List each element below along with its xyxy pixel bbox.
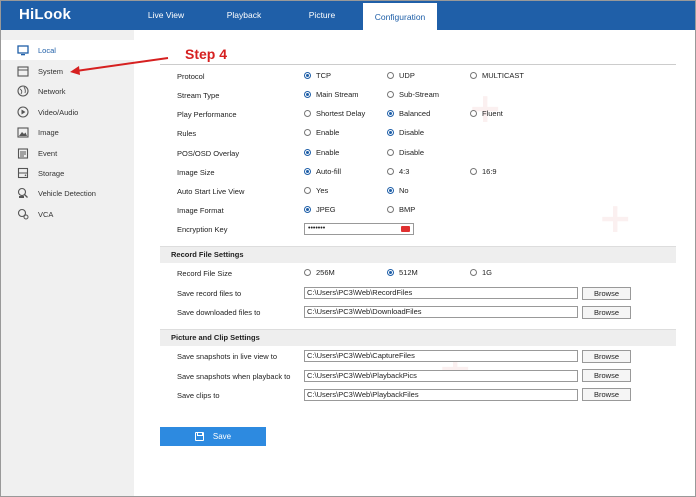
tab-configuration[interactable]: Configuration <box>363 1 437 30</box>
protocol-multicast-radio[interactable]: MULTICAST <box>470 71 524 80</box>
sidebar-item-vca[interactable]: VCA <box>1 204 134 224</box>
size-256m-radio[interactable]: 256M <box>304 268 335 277</box>
monitor-icon <box>16 44 30 56</box>
sidebar-item-label: VCA <box>38 209 54 219</box>
sidebar-item-video-audio[interactable]: Video/Audio <box>1 102 134 122</box>
stream-main-radio[interactable]: Main Stream <box>304 90 359 99</box>
rules-disable-radio[interactable]: Disable <box>387 128 424 137</box>
sidebar-item-network[interactable]: Network <box>1 81 134 101</box>
annotation-arrow-icon <box>70 57 169 75</box>
sidebar-item-label: Video/Audio <box>38 107 79 117</box>
snap-live-path-input[interactable]: C:\Users\PC3\Web\CaptureFiles <box>304 350 578 362</box>
picture-section-header: Picture and Clip Settings <box>160 329 676 346</box>
sidebar-item-label: Vehicle Detection <box>38 188 96 198</box>
browse-snap-live-button[interactable]: Browse <box>582 350 631 363</box>
pos-osd-disable-radio[interactable]: Disable <box>387 148 424 157</box>
vca-icon <box>16 208 30 220</box>
auto-start-no-radio[interactable]: No <box>387 186 409 195</box>
save-record-label: Save record files to <box>177 289 242 298</box>
size-1g-radio[interactable]: 1G <box>470 268 492 277</box>
protocol-udp-radio[interactable]: UDP <box>387 71 415 80</box>
show-password-icon[interactable] <box>401 226 410 232</box>
sidebar-item-image[interactable]: Image <box>1 122 134 142</box>
perf-fluent-radio[interactable]: Fluent <box>470 109 503 118</box>
clips-path-input[interactable]: C:\Users\PC3\Web\PlaybackFiles <box>304 389 578 401</box>
sidebar-item-label: Storage <box>38 168 65 178</box>
save-button[interactable]: Save <box>160 427 266 446</box>
image-format-label: Image Format <box>177 206 224 215</box>
size-512m-radio[interactable]: 512M <box>387 268 418 277</box>
image-size-4-3-radio[interactable]: 4:3 <box>387 167 409 176</box>
event-icon <box>16 147 30 159</box>
sidebar-item-label: Network <box>38 86 66 96</box>
record-file-size-label: Record File Size <box>177 269 233 278</box>
vehicle-icon <box>16 187 30 199</box>
browse-snap-playback-button[interactable]: Browse <box>582 369 631 382</box>
encryption-key-label: Encryption Key <box>177 225 228 234</box>
sidebar-item-vehicle-detection[interactable]: Vehicle Detection <box>1 183 134 203</box>
format-bmp-radio[interactable]: BMP <box>387 205 415 214</box>
auto-start-yes-radio[interactable]: Yes <box>304 186 328 195</box>
globe-icon <box>16 85 30 97</box>
image-icon <box>16 126 30 138</box>
sidebar-item-event[interactable]: Event <box>1 143 134 163</box>
record-section-header: Record File Settings <box>160 246 676 263</box>
system-icon <box>16 65 30 77</box>
download-path-input[interactable]: C:\Users\PC3\Web\DownloadFiles <box>304 306 578 318</box>
snap-playback-label: Save snapshots when playback to <box>177 372 291 381</box>
clips-label: Save clips to <box>177 391 220 400</box>
perf-balanced-radio[interactable]: Balanced <box>387 109 430 118</box>
encryption-key-input[interactable]: ••••••• <box>304 223 414 235</box>
hilook-logo: HiLook <box>19 6 72 23</box>
step-annotation-label: Step 4 <box>165 45 247 64</box>
auto-start-label: Auto Start Live View <box>177 187 245 196</box>
browse-clips-button[interactable]: Browse <box>582 388 631 401</box>
sidebar-item-storage[interactable]: Storage <box>1 163 134 183</box>
stream-type-label: Stream Type <box>177 91 220 100</box>
pos-osd-label: POS/OSD Overlay <box>177 149 240 158</box>
snap-live-label: Save snapshots in live view to <box>177 352 278 361</box>
perf-shortest-delay-radio[interactable]: Shortest Delay <box>304 109 365 118</box>
video-icon <box>16 106 30 118</box>
pos-osd-enable-radio[interactable]: Enable <box>304 148 339 157</box>
divider <box>160 64 676 65</box>
play-performance-label: Play Performance <box>177 110 237 119</box>
sidebar-item-label: Local <box>38 45 56 55</box>
floppy-disk-icon <box>194 432 204 441</box>
browse-download-button[interactable]: Browse <box>582 306 631 319</box>
rules-enable-radio[interactable]: Enable <box>304 128 339 137</box>
sidebar: Local System Network Video/Audio Image E… <box>1 30 134 496</box>
stream-sub-radio[interactable]: Sub-Stream <box>387 90 439 99</box>
rules-label: Rules <box>177 129 197 138</box>
image-size-label: Image Size <box>177 168 215 177</box>
tab-playback[interactable]: Playback <box>211 1 277 30</box>
protocol-tcp-radio[interactable]: TCP <box>304 71 331 80</box>
sidebar-item-label: System <box>38 66 64 76</box>
browse-record-button[interactable]: Browse <box>582 287 631 300</box>
top-nav-bar: HiLook Live View Playback Picture Config… <box>1 1 695 30</box>
save-download-label: Save downloaded files to <box>177 308 261 317</box>
image-size-autofill-radio[interactable]: Auto-fill <box>304 167 341 176</box>
sidebar-item-label: Image <box>38 127 59 137</box>
tab-live-view[interactable]: Live View <box>134 1 198 30</box>
tab-picture[interactable]: Picture <box>291 1 353 30</box>
sidebar-item-label: Event <box>38 148 58 158</box>
format-jpeg-radio[interactable]: JPEG <box>304 205 336 214</box>
snap-playback-path-input[interactable]: C:\Users\PC3\Web\PlaybackPics <box>304 370 578 382</box>
protocol-label: Protocol <box>177 72 205 81</box>
storage-icon <box>16 167 30 179</box>
record-path-input[interactable]: C:\Users\PC3\Web\RecordFiles <box>304 287 578 299</box>
image-size-16-9-radio[interactable]: 16:9 <box>470 167 497 176</box>
